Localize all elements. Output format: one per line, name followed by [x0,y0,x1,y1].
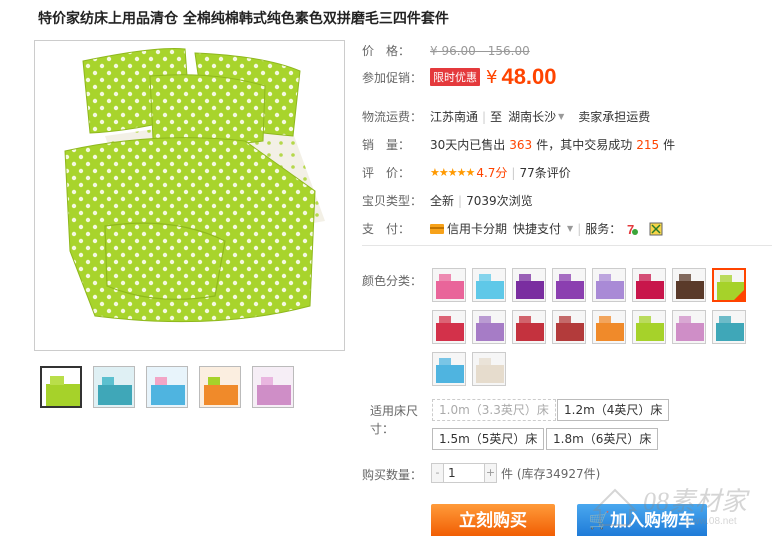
payment-label: 支 付： [362,222,411,236]
credit-installment[interactable]: 信用卡分期 [447,220,507,237]
thumbnail-4[interactable] [199,366,241,408]
size-option-1-2m[interactable]: 1.2m（4英尺）床 [557,399,670,421]
promo-tag: 限时优惠 [430,68,480,86]
original-price: ¥ 96.00 - 156.00 [430,43,530,58]
size-option-1-0m: 1.0m（3.3英尺）床 [432,399,556,421]
bedding-illustration [35,41,344,350]
currency-symbol: ¥ [486,66,498,88]
sales-prefix: 30天内已售出 [430,138,506,152]
fast-pay[interactable]: 快捷支付 [513,220,561,237]
color-swatch-15[interactable] [672,310,706,344]
separator: | [458,193,463,208]
color-swatch-8[interactable] [712,268,746,302]
color-swatch-14[interactable] [632,310,666,344]
color-swatch-17[interactable] [432,352,466,386]
thumbnail-3[interactable] [146,366,188,408]
star-rating-icon: ★★★★★ [430,166,475,179]
watermark-logo: 08素材家 www.08.net [585,470,765,533]
rating-row: 评 价： ★★★★★ 4.7分 | 77条评价 [362,164,571,181]
thumbnail-5[interactable] [252,366,294,408]
shipping-label: 物流运费： [362,110,423,124]
rating-label: 评 价： [362,166,411,180]
view-count: 7039次浏览 [466,194,533,208]
size-option-1-8m[interactable]: 1.8m（6英尺）床 [546,428,659,450]
review-count[interactable]: 77条评价 [519,164,570,181]
price-label: 价 格： [362,44,411,58]
sales-row: 销 量： 30天内已售出 363 件，其中交易成功 215 件 [362,136,675,153]
color-swatch-13[interactable] [592,310,626,344]
seven-day-return-icon[interactable]: 7 [625,222,641,236]
color-swatch-5[interactable] [592,268,626,302]
type-row: 宝贝类型： 全新 | 7039次浏览 [362,192,533,209]
shipping-to-word: 至 [490,110,503,124]
color-swatch-6[interactable] [632,268,666,302]
sales-label: 销 量： [362,138,411,152]
quantity-stepper: - 1 + 件 (库存34927件) [431,463,600,483]
thumbnail-strip [40,366,294,408]
promo-row: 参加促销： 限时优惠 ¥ 48.00 [362,64,557,90]
shipping-destination[interactable]: 湖南长沙 [508,108,556,125]
sales-unit2: 件 [663,138,676,152]
color-swatch-10[interactable] [472,310,506,344]
separator: | [482,109,487,124]
payment-row: 支 付： 信用卡分期 快捷支付 ▼ | 服务： 7 [362,220,665,237]
color-label: 颜色分类： [362,274,423,288]
chevron-down-icon[interactable]: ▼ [567,224,573,233]
color-swatch-4[interactable] [552,268,586,302]
quantity-increase-button[interactable]: + [484,463,497,483]
type-value: 全新 [430,194,455,208]
separator: | [577,221,582,236]
color-swatch-9[interactable] [432,310,466,344]
rating-score: 4.7分 [476,166,508,180]
color-swatch-3[interactable] [512,268,546,302]
sales-count: 363 [509,137,533,152]
color-swatch-2[interactable] [472,268,506,302]
separator: | [511,165,516,180]
sales-unit: 件，其中交易成功 [536,138,633,152]
color-swatch-1[interactable] [432,268,466,302]
chevron-down-icon[interactable]: ▼ [558,112,564,121]
service-label: 服务： [585,222,622,236]
color-swatch-11[interactable] [512,310,546,344]
divider [362,245,772,246]
type-label: 宝贝类型： [362,194,423,208]
buy-now-button[interactable]: 立刻购买 [431,504,555,536]
shipping-fee: 卖家承担运费 [578,110,651,124]
color-swatch-16[interactable] [712,310,746,344]
thumbnail-1[interactable] [40,366,82,408]
quantity-label: 购买数量： [362,468,423,482]
shipping-row: 物流运费： 江苏南通 | 至 湖南长沙 ▼ 卖家承担运费 [362,108,650,125]
quantity-input[interactable]: 1 [444,463,484,483]
product-title: 特价家纺床上用品清仓 全棉纯棉韩式纯色素色双拼磨毛三四件套件 [38,11,449,27]
quantity-decrease-button[interactable]: - [431,463,444,483]
size-option-1-5m[interactable]: 1.5m（5英尺）床 [432,428,545,450]
color-swatch-18[interactable] [472,352,506,386]
promo-label: 参加促销： [362,70,423,85]
shipping-from: 江苏南通 [430,110,479,124]
success-count: 215 [636,137,660,152]
guarantee-icon[interactable] [649,222,665,236]
promo-price: 48.00 [501,64,557,89]
color-swatch-7[interactable] [672,268,706,302]
size-label: 适用床尺寸： [370,404,419,436]
credit-card-icon [430,223,444,234]
watermark-text: 08素材家 [643,487,750,516]
main-product-image[interactable] [34,40,345,351]
price-row: 价 格： ¥ 96.00 - 156.00 [362,42,530,59]
watermark-url: www.08.net [684,516,737,527]
color-swatch-12[interactable] [552,310,586,344]
thumbnail-2[interactable] [93,366,135,408]
